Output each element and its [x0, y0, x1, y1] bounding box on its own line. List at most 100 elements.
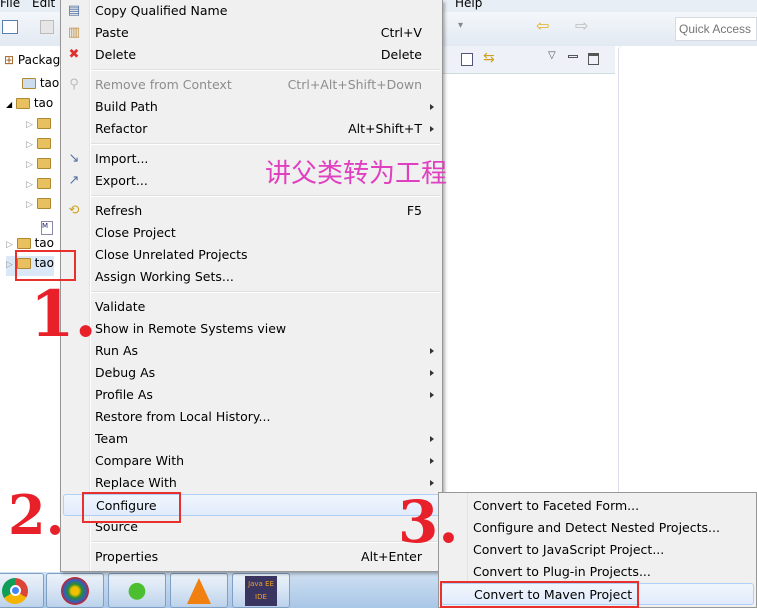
- menu-item-convert-to-javascript-project[interactable]: Convert to JavaScript Project...: [439, 539, 756, 561]
- menu-item-debug-as[interactable]: Debug As: [61, 362, 442, 384]
- submenu-arrow-icon: [430, 480, 434, 486]
- menu-item-configure-and-detect-nested-projects[interactable]: Configure and Detect Nested Projects...: [439, 517, 756, 539]
- collapse-all-icon[interactable]: [461, 53, 473, 66]
- package-explorer-icon: ⊞: [4, 53, 15, 67]
- dropdown-icon[interactable]: ▾: [458, 20, 463, 31]
- collapsed-icon: ▷: [26, 180, 33, 190]
- menu-item-build-path[interactable]: Build Path: [61, 96, 442, 118]
- menu-item-shortcut: Ctrl+Alt+Shift+Down: [287, 77, 422, 92]
- maximize-icon[interactable]: [588, 53, 599, 65]
- tree-item[interactable]: ▷: [26, 136, 51, 156]
- menu-separator: [61, 192, 442, 200]
- menu-item-refactor[interactable]: Refactor Alt+Shift+T: [61, 118, 442, 140]
- annotation-step-3: 3.: [398, 488, 459, 556]
- link-editor-icon[interactable]: ⇆: [483, 50, 495, 66]
- menu-edit[interactable]: Edit: [32, 0, 55, 10]
- menu-item-label: Restore from Local History...: [95, 409, 271, 424]
- menu-item-properties[interactable]: Properties Alt+Enter: [61, 546, 442, 568]
- vlc-icon: [187, 577, 211, 604]
- menu-item-copy-qualified-name[interactable]: ▤ Copy Qualified Name: [61, 0, 442, 22]
- taskbar-java-ee-ide[interactable]: Java EE IDE: [232, 573, 290, 608]
- menu-item-convert-to-faceted-form[interactable]: Convert to Faceted Form...: [439, 495, 756, 517]
- new-icon[interactable]: [2, 20, 18, 34]
- save-icon[interactable]: [40, 20, 54, 34]
- refresh-icon: ⟲: [68, 203, 80, 218]
- tree-item[interactable]: ▷: [26, 116, 51, 136]
- quick-access-input[interactable]: [675, 17, 757, 41]
- menu-item-label: Assign Working Sets...: [95, 269, 234, 284]
- copy-icon: ▤: [67, 3, 81, 18]
- tree-item[interactable]: M: [41, 217, 53, 237]
- collapsed-icon: ▷: [26, 200, 33, 210]
- menu-item-replace-with[interactable]: Replace With: [61, 472, 442, 494]
- menu-item-close-project[interactable]: Close Project: [61, 222, 442, 244]
- menu-item-convert-to-plug-in-projects[interactable]: Convert to Plug-in Projects...: [439, 561, 756, 583]
- submenu-arrow-icon: [430, 370, 434, 376]
- export-icon: ↗: [68, 173, 80, 188]
- browser-icon: [61, 576, 89, 605]
- paste-icon: ▥: [67, 25, 81, 40]
- menu-item-label: Configure and Detect Nested Projects...: [473, 520, 720, 535]
- menu-file[interactable]: File: [0, 0, 20, 10]
- menu-item-restore-from-local-history[interactable]: Restore from Local History...: [61, 406, 442, 428]
- taskbar-wechat[interactable]: ●: [108, 573, 166, 608]
- folder-icon: [36, 158, 51, 169]
- menu-item-paste[interactable]: ▥ Paste Ctrl+V: [61, 22, 442, 44]
- taskbar-chrome[interactable]: [0, 573, 44, 608]
- tree-item[interactable]: tao: [22, 76, 59, 96]
- menu-item-assign-working-sets[interactable]: Assign Working Sets...: [61, 266, 442, 288]
- menu-item-label: Build Path: [95, 99, 158, 114]
- menu-item-compare-with[interactable]: Compare With: [61, 450, 442, 472]
- tree-item[interactable]: ◢ tao: [6, 96, 53, 116]
- menu-help[interactable]: Help: [455, 0, 482, 10]
- menu-item-label: Run As: [95, 343, 139, 358]
- forward-arrow-icon[interactable]: ⇨: [575, 16, 588, 35]
- menu-item-profile-as[interactable]: Profile As: [61, 384, 442, 406]
- menu-item-run-as[interactable]: Run As: [61, 340, 442, 362]
- tree-item[interactable]: ▷: [26, 176, 51, 196]
- menu-separator: [61, 288, 442, 296]
- view-menu-icon[interactable]: ▽: [548, 50, 556, 61]
- submenu-arrow-icon: [430, 104, 434, 110]
- menu-item-label: Copy Qualified Name: [95, 3, 228, 18]
- import-icon: ↘: [68, 151, 80, 166]
- maven-module-icon: [22, 78, 36, 89]
- project-folder-icon: [16, 238, 31, 249]
- chrome-icon: [2, 577, 28, 604]
- menu-item-shortcut: Delete: [380, 47, 422, 62]
- context-menu: ▤ Copy Qualified Name ▥ Paste Ctrl+V ✖ Delete D…: [60, 0, 443, 572]
- minimize-icon[interactable]: [568, 55, 578, 58]
- submenu-arrow-icon: [430, 436, 434, 442]
- menu-item-refresh[interactable]: ⟲ Refresh F5: [61, 200, 442, 222]
- menu-item-label: Refactor: [95, 121, 148, 136]
- collapsed-icon: ▷: [6, 240, 13, 250]
- project-folder-icon: [15, 98, 30, 109]
- package-explorer-tab[interactable]: ⊞ Packag: [4, 53, 60, 73]
- taskbar-vlc[interactable]: [170, 573, 228, 608]
- menu-item-validate[interactable]: Validate: [61, 296, 442, 318]
- menu-item-label: Validate: [95, 299, 146, 314]
- java-ee-ide-icon: Java EE IDE: [245, 575, 277, 606]
- tree-item[interactable]: ▷: [26, 156, 51, 176]
- delete-icon: ✖: [68, 47, 80, 62]
- back-arrow-icon[interactable]: ⇦: [536, 16, 549, 35]
- menu-item-delete[interactable]: ✖ Delete Delete: [61, 44, 442, 66]
- menu-item-label: Compare With: [95, 453, 185, 468]
- menu-item-label: Show in Remote Systems view: [95, 321, 287, 336]
- menu-item-shortcut: F5: [406, 203, 422, 218]
- menu-item-close-unrelated-projects[interactable]: Close Unrelated Projects: [61, 244, 442, 266]
- submenu-arrow-icon: [430, 458, 434, 464]
- menu-item-label: Convert to Plug-in Projects...: [473, 564, 651, 579]
- menu-separator: [61, 538, 442, 546]
- taskbar-browser[interactable]: [46, 573, 104, 608]
- menu-item-team[interactable]: Team: [61, 428, 442, 450]
- collapsed-icon: ▷: [26, 120, 33, 130]
- menu-item-label: Import...: [95, 151, 149, 166]
- menu-item-label: Replace With: [95, 475, 177, 490]
- menu-item-label: Convert to JavaScript Project...: [473, 542, 665, 557]
- wechat-icon: ●: [127, 578, 147, 603]
- submenu-arrow-icon: [430, 348, 434, 354]
- menu-item-show-in-remote-systems-view[interactable]: Show in Remote Systems view: [61, 318, 442, 340]
- menu-item-remove-from-context[interactable]: ⚲ Remove from Context Ctrl+Alt+Shift+Down: [61, 74, 442, 96]
- tree-item[interactable]: ▷: [26, 196, 51, 216]
